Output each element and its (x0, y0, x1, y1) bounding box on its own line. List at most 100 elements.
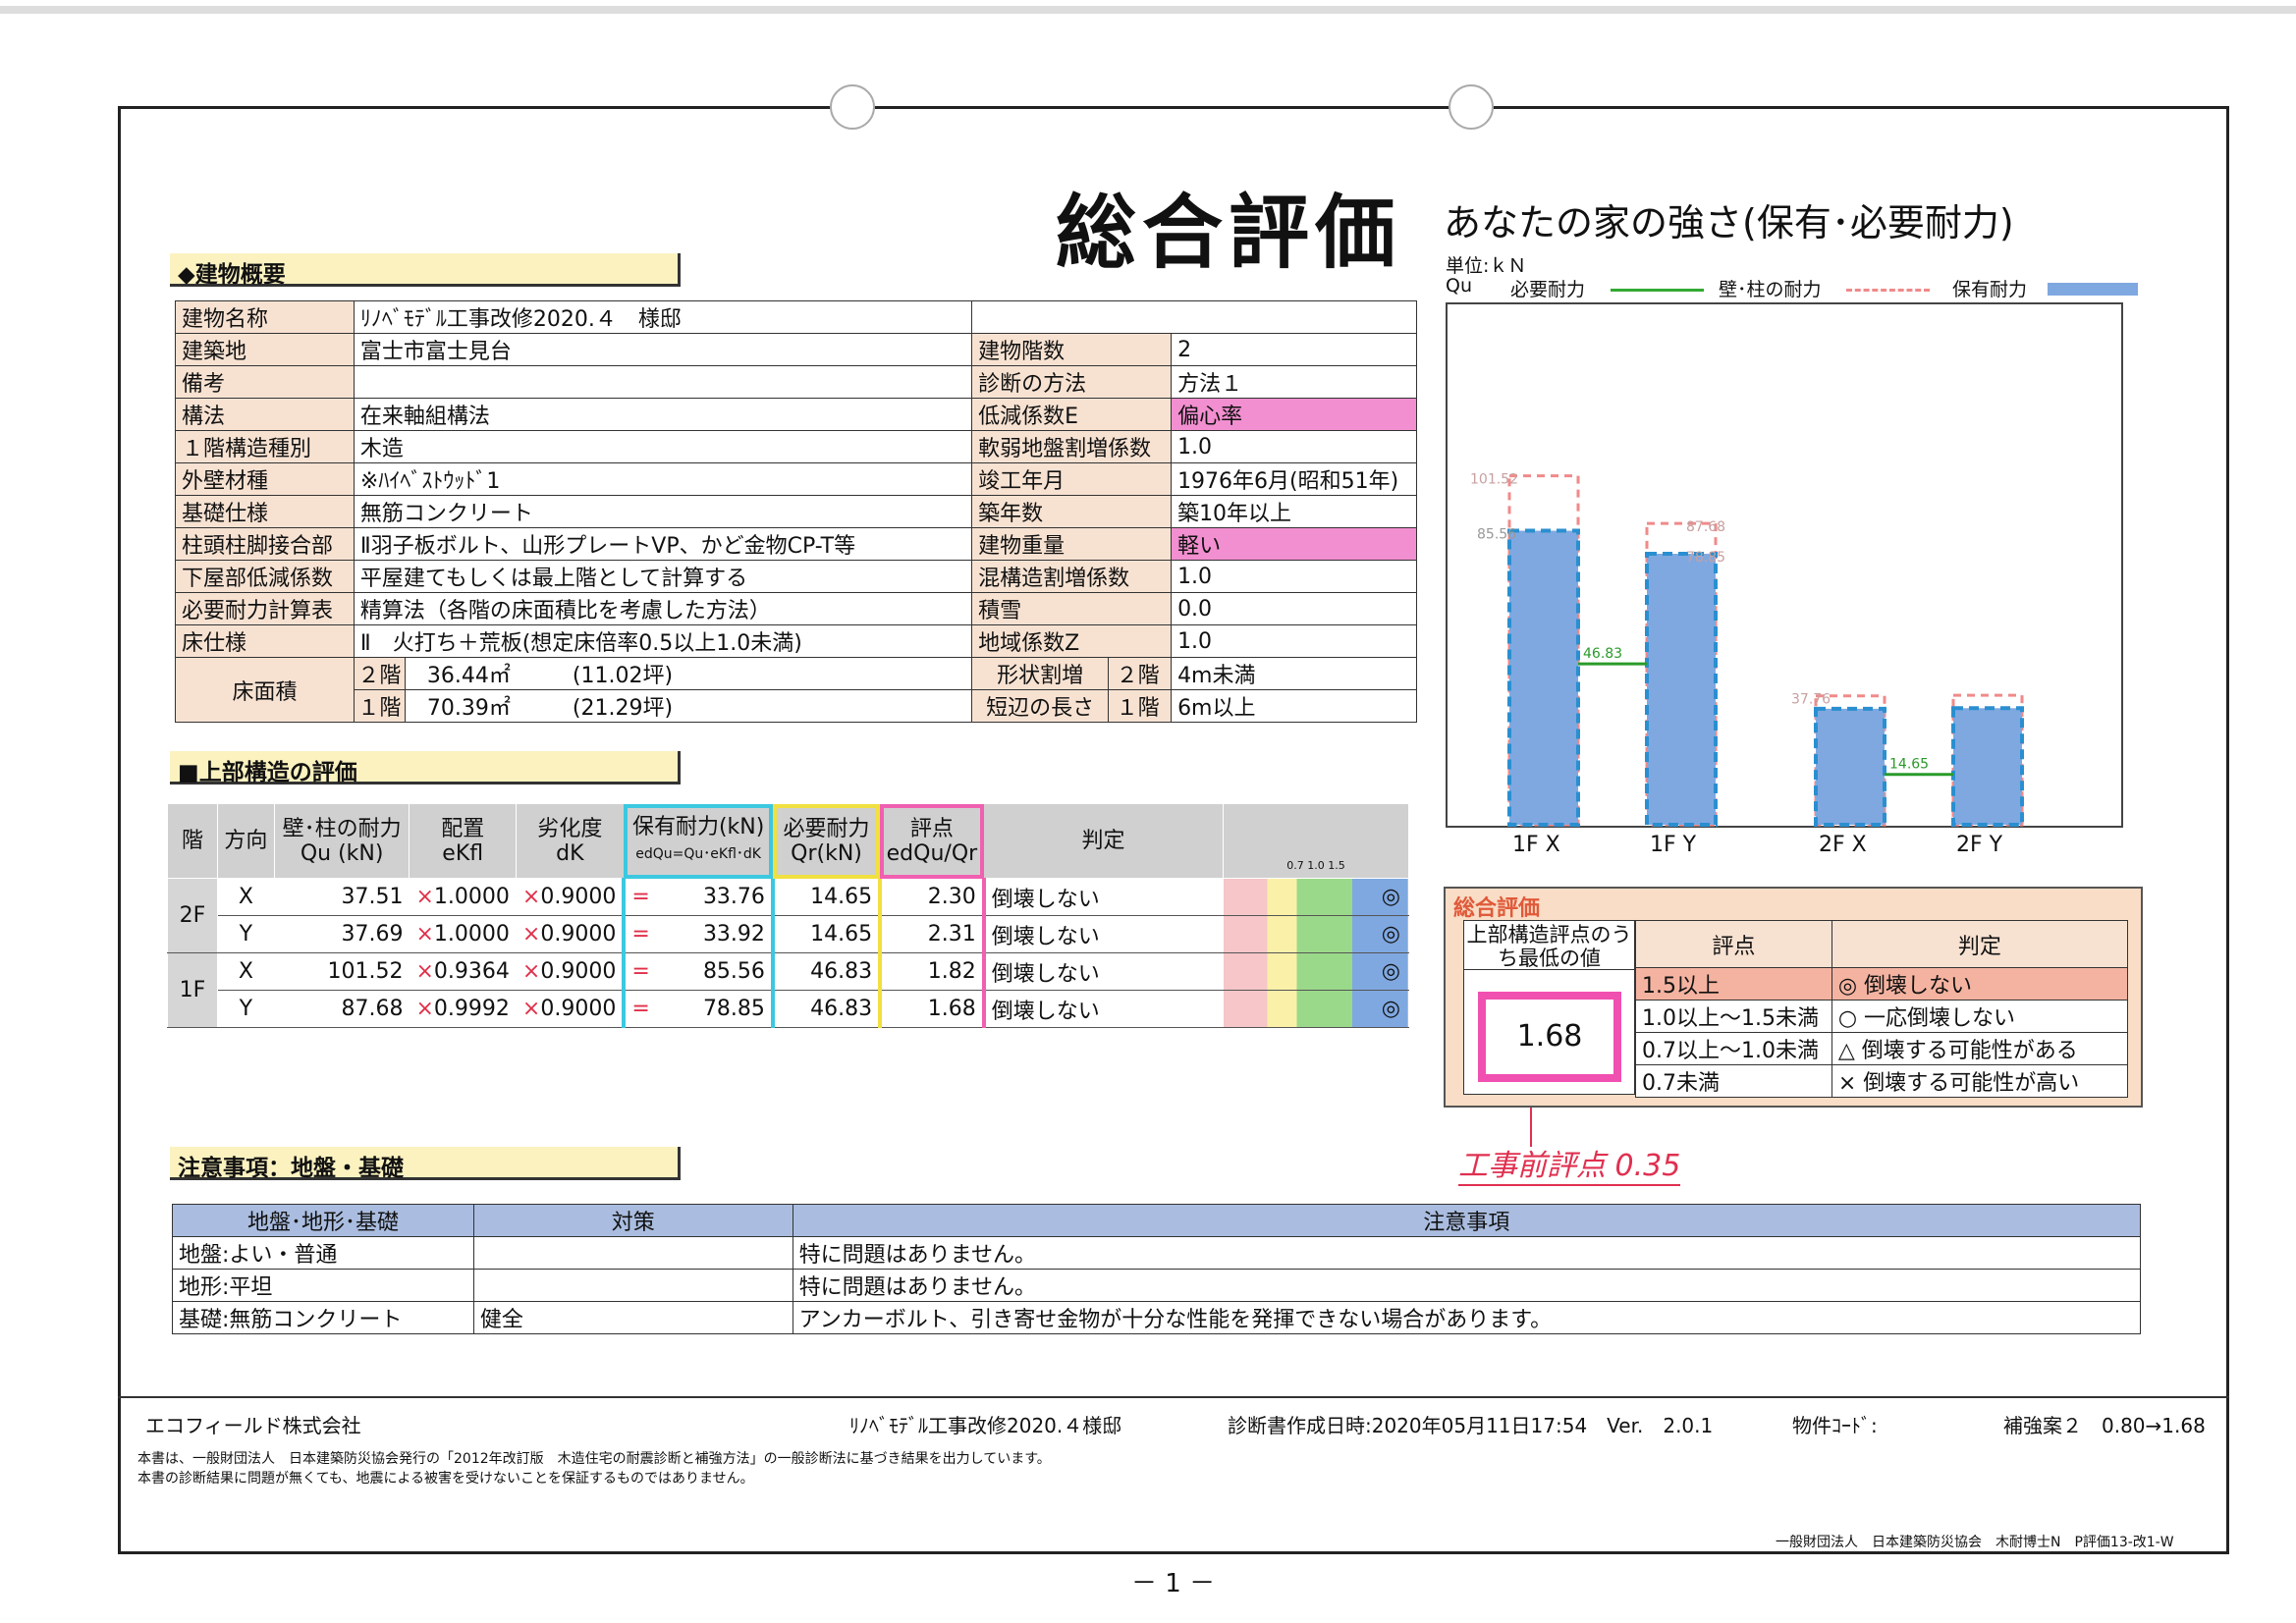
col-hold: 保有耐力(kN) edQu=Qu･eKfl･dK (623, 803, 774, 879)
overview-label: 柱頭柱脚接合部 (175, 527, 355, 561)
col-score: 評点 (1635, 920, 1832, 968)
shape-floor: １階 (1108, 690, 1167, 722)
page-number: － 1 － (1131, 1569, 1216, 1598)
judge-cell: 倒壊しない (983, 990, 1224, 1028)
col-required: 必要耐力 Qr(kN) (772, 803, 881, 879)
double-circle-icon: ◎ (1381, 885, 1400, 909)
multiply-icon: × (415, 885, 434, 909)
judge-scale: ◎ (1222, 915, 1410, 953)
overview-table: 建物名称 ﾘﾉﾍﾞﾓﾃﾞﾙ工事改修2020.４ 様邸 建築地 富士市富士見台 建物階数 2… (175, 300, 1417, 723)
shape-floor: ２階 (1108, 658, 1167, 689)
dk-value: 0.9000 (540, 922, 617, 947)
label-wall-1fy: 87.68 (1686, 519, 1725, 535)
chart-svg: 101.52 85.56 87.68 78.85 37.76 46.83 14.65 (1470, 472, 2024, 827)
equals-icon: = (631, 997, 650, 1021)
qu-cell: 37.69 (273, 915, 410, 953)
ekfl-value: 1.0000 (433, 885, 510, 909)
floor-area-cell: １階 70.39㎡ (21.29坪) (353, 689, 973, 723)
col-direction: 方向 (216, 803, 275, 879)
x-tick-label: 2F X (1819, 833, 1867, 857)
judgement-range: 0.7未満 (1635, 1064, 1832, 1098)
x-tick-label: 2F Y (1956, 833, 2003, 857)
col-judge: 判定 (1831, 920, 2129, 968)
min-score-value: 1.68 (1478, 992, 1621, 1082)
judge-cell: 倒壊しない (983, 878, 1224, 916)
ekfl-cell: ×1.0000 (409, 878, 517, 916)
col-score: 評点 edQu/Qr (879, 803, 985, 879)
judgement-range: 1.5以上 (1635, 967, 1832, 1001)
caution-note: 特に問題はありません。 (792, 1236, 2142, 1270)
hold-cell: = 78.85 (622, 990, 775, 1028)
equals-icon: = (631, 922, 650, 947)
judge-cell: 倒壊しない (983, 952, 1224, 991)
evaluation-row: 1F X 101.52 ×0.9364 ×0.9000 = 85.56 46.83 1.82 倒壊… (167, 952, 1410, 1028)
overview-value: 1976年6月(昭和51年) (1171, 462, 1417, 496)
floor-level: １階 (354, 690, 406, 722)
judgement-row: 0.7以上～1.0未満 △ 倒壊する可能性がある (1635, 1032, 2129, 1065)
legend-required: 必要耐力 (1510, 279, 1586, 300)
judgement-range: 1.0以上～1.5未満 (1635, 1000, 1832, 1033)
col-floor: 階 (167, 803, 218, 879)
floor-level: ２階 (354, 658, 406, 689)
qu-cell: 101.52 (273, 952, 410, 991)
punch-hole (830, 84, 875, 130)
overview-value: 築10年以上 (1171, 495, 1417, 528)
punch-hole (1449, 84, 1494, 130)
double-circle-icon: ◎ (1381, 922, 1400, 947)
score-cell: 2.30 (878, 878, 986, 916)
overview-value: 0.0 (1171, 592, 1417, 625)
overview-row: 下屋部低減係数 平屋建てもしくは最上階として計算する 混構造割増係数 1.0 (175, 560, 1417, 593)
hold-value: 33.76 (702, 885, 765, 909)
score-cell: 1.82 (878, 952, 986, 991)
overview-label: 築年数 (971, 495, 1173, 528)
overview-value: 木造 (353, 430, 973, 463)
floor-tsubo: (11.02坪) (572, 664, 674, 688)
chart-subtitle: あなたの家の強さ(保有･必要耐力) (1444, 201, 2014, 244)
direction-cell: X (216, 878, 275, 916)
overview-value: 軽い (1171, 527, 1417, 561)
direction-cell: X (216, 952, 275, 991)
overview-row: 床仕様 Ⅱ 火打ち＋荒板(想定床倍率0.5以上1.0未満) 地域係数Z 1.0 (175, 624, 1417, 658)
overview-value: 1.0 (1171, 430, 1417, 463)
judge-scale: ◎ (1222, 952, 1410, 991)
label-wall-2fx: 37.76 (1791, 692, 1831, 708)
caution-row: 地形:平坦 特に問題はありません。 (172, 1269, 2142, 1302)
hold-value: 78.85 (702, 997, 765, 1021)
multiply-icon: × (415, 997, 434, 1021)
label-required-1f: 46.83 (1583, 646, 1622, 662)
company-name: エコフィールド株式会社 (145, 1414, 361, 1437)
ekfl-value: 0.9364 (433, 959, 510, 984)
overview-value: 富士市富士見台 (353, 333, 973, 366)
dk-value: 0.9000 (540, 959, 617, 984)
multiply-icon: × (415, 959, 434, 984)
overview-value: 平屋建てもしくは最上階として計算する (353, 560, 973, 593)
floor-tsubo: (21.29坪) (572, 696, 674, 721)
caution-row: 基礎:無筋コンクリート 健全 アンカーボルト、引き寄せ金物が十分な性能を発揮できない… (172, 1301, 2142, 1334)
scan-edge (0, 6, 2296, 14)
label-hold-1fy: 78.85 (1686, 550, 1725, 566)
floor-cell: 1F (167, 952, 218, 1028)
label-hold-1fx: 85.56 (1477, 527, 1516, 543)
handwritten-note: 工事前評点 0.35 (1458, 1141, 1681, 1186)
section-building-overview: ◆建物概要 (170, 253, 681, 288)
property-code: 物件ｺｰﾄﾞ: (1792, 1414, 1878, 1437)
overview-label: 構法 (175, 398, 355, 431)
shape-label: 短辺の長さ １階 (971, 689, 1173, 723)
overview-label: 竣工年月 (971, 462, 1173, 496)
overview-label: 診断の方法 (971, 365, 1173, 399)
overview-row: 建築地 富士市富士見台 建物階数 2 (175, 333, 1417, 366)
shape-value: 6m以上 (1171, 689, 1417, 723)
overview-label: 積雪 (971, 592, 1173, 625)
dk-value: 0.9000 (540, 997, 617, 1021)
ekfl-cell: ×0.9364 (409, 952, 517, 991)
overview-label (971, 300, 1417, 334)
overview-label: 必要耐力計算表 (175, 592, 355, 625)
col-degradation: 劣化度 dK (515, 803, 625, 879)
overview-label: 床仕様 (175, 624, 355, 658)
evaluation-row: 2F X 37.51 ×1.0000 ×0.9000 = 33.76 14.65 2.30 倒壊し… (167, 878, 1410, 953)
judgement-result: × 倒壊する可能性が高い (1831, 1064, 2129, 1098)
multiply-icon: × (521, 922, 541, 947)
multiply-icon: × (415, 922, 434, 947)
min-score-cell: 上部構造評点のうち最低の値 1.68 (1463, 920, 1635, 1095)
judge-scale: ◎ (1222, 878, 1410, 916)
